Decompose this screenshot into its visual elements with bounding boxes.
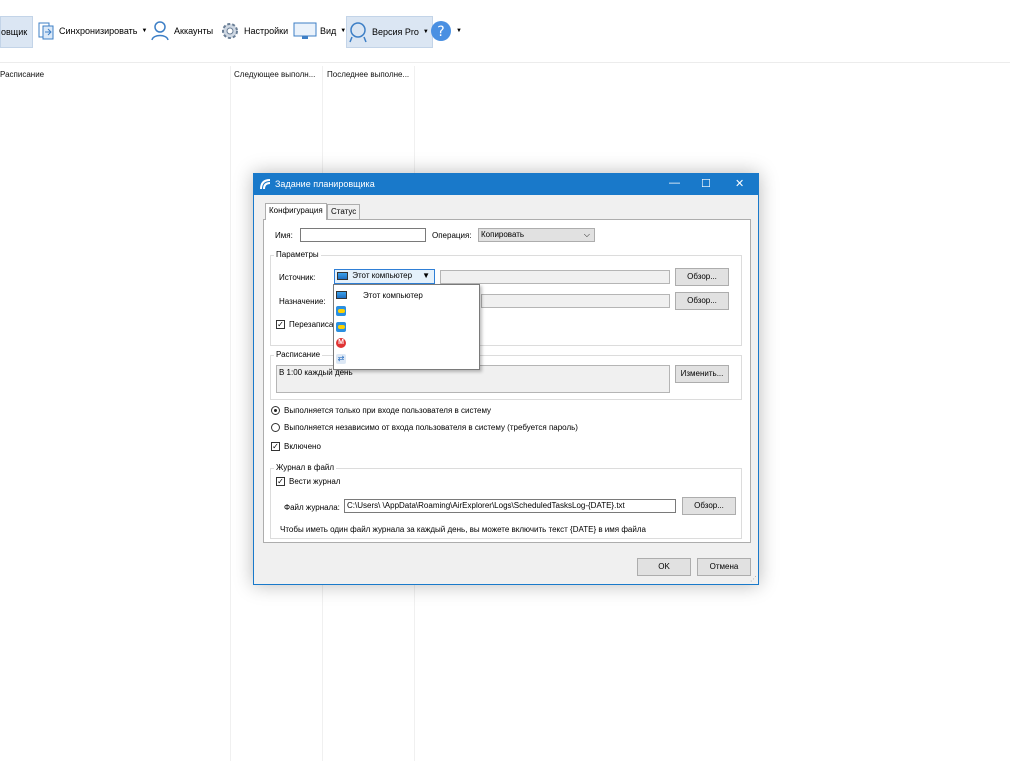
sync-icon (36, 21, 56, 41)
destination-browse-button[interactable]: Обзор... (675, 292, 729, 310)
configuration-page: Имя: Операция: Копировать ⌵ Параметры Ис… (263, 219, 751, 543)
toolbar-settings-label: Настройки (244, 26, 289, 36)
source-path-input[interactable] (440, 270, 670, 284)
destination-label: Назначение: (279, 297, 326, 306)
toolbar-divider (0, 62, 1010, 63)
column-header-schedule[interactable]: Расписание (0, 70, 44, 79)
name-input[interactable] (300, 228, 426, 242)
source-browse-button[interactable]: Обзор... (675, 268, 729, 286)
help-icon: ? (430, 20, 452, 42)
dropdown-item-label: Этот компьютер (363, 290, 423, 300)
toolbar-scheduler-button[interactable]: овщик (0, 16, 33, 48)
schedule-title: Расписание (274, 350, 323, 359)
ok-button[interactable]: OK (637, 558, 691, 576)
toolbar-pro-label: Версия Pro (372, 27, 419, 37)
destination-path-input[interactable] (481, 294, 670, 308)
sync-icon: ⇄ (336, 354, 346, 364)
radio-independent[interactable] (271, 423, 280, 432)
toolbar-sync-label: Синхронизировать (59, 26, 138, 36)
keep-log-checkbox[interactable]: ✓ (276, 477, 285, 486)
toolbar-sync-button[interactable]: Синхронизировать ▼ (36, 16, 147, 46)
dialog-titlebar[interactable]: Задание планировщика — ☐ ✕ (254, 174, 758, 195)
monitor-icon (336, 291, 347, 299)
scheduler-task-dialog: Задание планировщика — ☐ ✕ Конфигурация … (253, 173, 759, 585)
toolbar-help-button[interactable]: ? ▼ (430, 16, 462, 46)
enabled-label: Включено (284, 442, 321, 451)
tab-configuration[interactable]: Конфигурация (265, 203, 327, 220)
maximize-button[interactable]: ☐ (701, 177, 711, 190)
log-browse-button[interactable]: Обзор... (682, 497, 736, 515)
close-button[interactable]: ✕ (735, 177, 744, 190)
chevron-down-icon: ▼ (422, 271, 430, 280)
dropdown-item-mega[interactable]: M (336, 336, 476, 350)
app-logo-icon (260, 179, 271, 190)
column-header-next-run[interactable]: Следующее выполн... (234, 70, 315, 79)
operation-value: Копировать (481, 230, 525, 239)
mega-icon: M (336, 338, 346, 348)
source-value: Этот компьютер (352, 271, 413, 280)
dropdown-item-cloud[interactable] (336, 304, 476, 318)
chevron-down-icon: ▼ (141, 28, 148, 34)
chevron-down-icon: ⌵ (583, 230, 590, 239)
log-file-label: Файл журнала: (284, 503, 340, 512)
change-schedule-button[interactable]: Изменить... (675, 365, 729, 383)
toolbar-accounts-label: Аккаунты (174, 26, 214, 36)
award-icon (347, 21, 369, 43)
dropdown-item-cloud[interactable] (336, 320, 476, 334)
chevron-down-icon: ▼ (456, 28, 462, 34)
log-file-input[interactable]: C:\Users\ \AppData\Roaming\AirExplorer\L… (344, 499, 676, 513)
source-dropdown-list: Этот компьютер M ⇄ (333, 284, 480, 370)
main-toolbar: овщик Синхронизировать ▼ Аккаунты Настро… (0, 0, 1010, 62)
column-header-last-run[interactable]: Последнее выполне... (327, 70, 409, 79)
radio-independent-label: Выполняется независимо от входа пользова… (284, 423, 578, 432)
chevron-down-icon: ▼ (422, 29, 429, 35)
column-divider (230, 66, 231, 761)
keep-log-label: Вести журнал (289, 477, 341, 486)
dropdown-item-this-computer[interactable]: Этот компьютер (336, 288, 476, 302)
tab-status[interactable]: Статус (327, 204, 361, 220)
gear-icon (219, 20, 241, 42)
parameters-title: Параметры (274, 250, 321, 259)
overwrite-label: Перезаписа (289, 320, 334, 329)
toolbar-settings-button[interactable]: Настройки (219, 16, 288, 46)
log-title: Журнал в файл (274, 463, 337, 472)
cloud-icon (336, 306, 346, 316)
source-label: Источник: (279, 273, 316, 282)
overwrite-checkbox[interactable]: ✓ (276, 320, 285, 329)
toolbar-view-label: Вид (320, 26, 337, 36)
cloud-icon (336, 322, 346, 332)
svg-text:?: ? (437, 24, 444, 40)
source-select[interactable]: Этот компьютер ▼ (334, 269, 435, 284)
toolbar-accounts-button[interactable]: Аккаунты (149, 16, 213, 46)
user-icon (149, 20, 171, 42)
monitor-icon (293, 21, 317, 41)
dropdown-item-sync[interactable]: ⇄ (336, 352, 476, 366)
name-label: Имя: (275, 231, 293, 240)
cancel-button[interactable]: Отмена (697, 558, 751, 576)
toolbar-view-button[interactable]: Вид ▼ (293, 16, 346, 46)
toolbar-pro-button[interactable]: Версия Pro ▼ (346, 16, 433, 48)
toolbar-scheduler-label: овщик (1, 27, 28, 37)
operation-select[interactable]: Копировать ⌵ (478, 228, 595, 242)
log-hint-text: Чтобы иметь один файл журнала за каждый … (280, 525, 646, 534)
enabled-checkbox[interactable]: ✓ (271, 442, 280, 451)
monitor-icon (337, 271, 348, 280)
resize-grip-icon[interactable]: ⋰ (750, 575, 757, 583)
operation-label: Операция: (432, 231, 472, 240)
dialog-title: Задание планировщика (275, 179, 375, 189)
radio-logon-only[interactable] (271, 406, 280, 415)
minimize-button[interactable]: — (669, 177, 680, 189)
radio-logon-only-label: Выполняется только при входе пользовател… (284, 406, 492, 415)
